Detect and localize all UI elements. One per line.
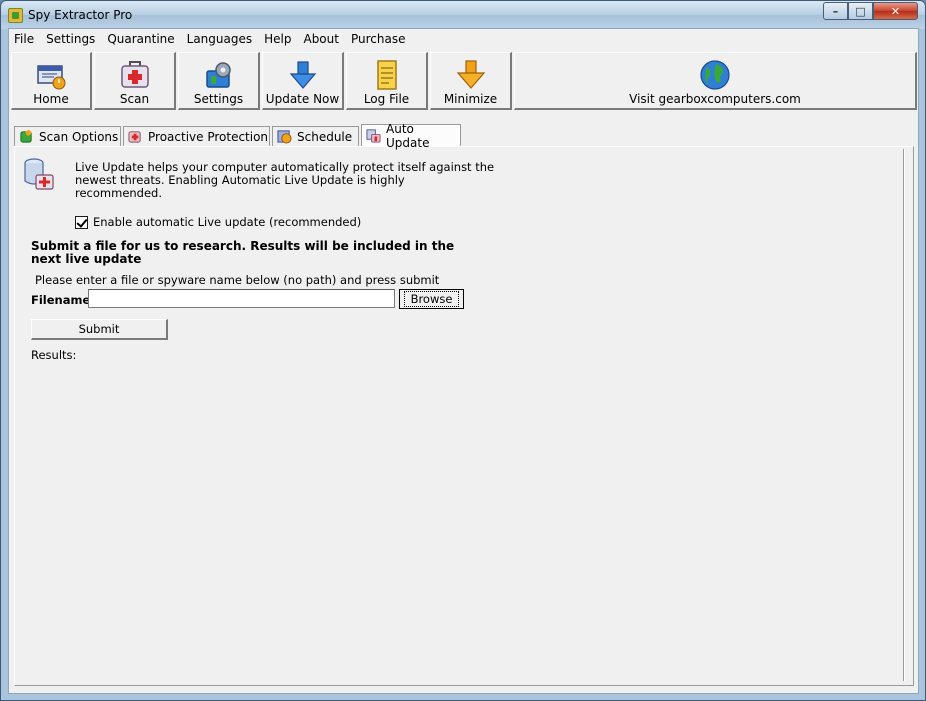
browse-button-label: Browse — [403, 291, 460, 307]
minimize-label: Minimize — [443, 92, 498, 106]
results-label: Results: — [31, 348, 77, 362]
settings-icon — [205, 62, 231, 88]
tab-schedule[interactable]: Schedule — [272, 126, 359, 146]
enable-live-update-checkbox[interactable] — [75, 215, 88, 229]
filename-input[interactable] — [88, 289, 395, 308]
app-icon — [8, 8, 23, 23]
download-arrow-icon — [289, 61, 316, 89]
scan-button[interactable]: Scan — [94, 52, 176, 110]
tab-scan-options-label: Scan Options — [39, 129, 119, 144]
menu-languages[interactable]: Languages — [182, 29, 259, 49]
first-aid-kit-icon — [120, 61, 149, 88]
home-label: Home — [33, 92, 69, 106]
submit-file-heading: Submit a file for us to research. Result… — [31, 239, 455, 266]
log-file-label: Log File — [363, 92, 410, 106]
tab-auto-update-label: Auto Update — [386, 121, 430, 150]
shield-icon — [128, 131, 141, 143]
filename-label: Filename: — [31, 293, 95, 307]
globe-icon — [700, 60, 730, 90]
clock-icon — [277, 130, 292, 144]
browse-button[interactable]: Browse — [399, 289, 464, 309]
update-now-button[interactable]: Update Now — [262, 52, 344, 110]
menu-about[interactable]: About — [298, 29, 345, 49]
visit-website-button[interactable]: Visit gearboxcomputers.com — [514, 52, 917, 110]
menu-file[interactable]: File — [9, 29, 41, 49]
menu-quarantine[interactable]: Quarantine — [102, 29, 181, 49]
menu-bar: File Settings Quarantine Languages Help … — [9, 29, 918, 49]
live-update-description: Live Update helps your computer automati… — [75, 160, 495, 200]
update-now-label: Update Now — [265, 92, 340, 106]
database-update-icon — [24, 158, 54, 190]
maximize-window-button[interactable]: □ — [848, 2, 873, 20]
home-icon — [37, 65, 66, 90]
window-title: Spy Extractor Pro — [28, 8, 133, 22]
auto-update-icon — [366, 129, 381, 143]
settings-label: Settings — [193, 92, 244, 106]
down-arrow-icon — [456, 60, 485, 89]
document-icon — [376, 60, 397, 90]
toolbar: Home Scan Settings Update Now Log File M… — [9, 52, 918, 112]
menu-help[interactable]: Help — [259, 29, 298, 49]
menu-settings[interactable]: Settings — [41, 29, 102, 49]
enable-live-update-label[interactable]: Enable automatic Live update (recommende… — [93, 215, 361, 229]
tab-auto-update[interactable]: Auto Update — [361, 122, 461, 150]
menu-purchase[interactable]: Purchase — [346, 29, 413, 49]
enable-live-update-row[interactable]: Enable automatic Live update (recommende… — [75, 215, 361, 229]
visit-website-label: Visit gearboxcomputers.com — [629, 92, 801, 106]
settings-button[interactable]: Settings — [178, 52, 260, 110]
client-area: File Settings Quarantine Languages Help … — [8, 28, 919, 694]
tab-schedule-label: Schedule — [297, 129, 353, 144]
home-button[interactable]: Home — [11, 52, 92, 110]
submit-instructions: Please enter a file or spyware name belo… — [35, 273, 440, 287]
panel-scroll-edge — [903, 149, 905, 681]
minimize-button[interactable]: Minimize — [430, 52, 512, 110]
scan-label: Scan — [119, 92, 150, 106]
tab-scan-options[interactable]: Scan Options — [14, 126, 121, 146]
tab-proactive-protection[interactable]: Proactive Protection — [123, 126, 270, 146]
minimize-window-button[interactable]: – — [823, 2, 848, 20]
auto-update-panel: Live Update helps your computer automati… — [14, 146, 914, 686]
scan-options-icon — [20, 129, 32, 143]
tab-proactive-protection-label: Proactive Protection — [148, 129, 269, 144]
app-window: Spy Extractor Pro – □ ✕ File Settings Qu… — [0, 0, 926, 701]
close-window-button[interactable]: ✕ — [873, 2, 918, 20]
log-file-button[interactable]: Log File — [346, 52, 428, 110]
title-bar[interactable]: Spy Extractor Pro – □ ✕ — [1, 1, 925, 29]
submit-button[interactable]: Submit — [31, 319, 168, 340]
